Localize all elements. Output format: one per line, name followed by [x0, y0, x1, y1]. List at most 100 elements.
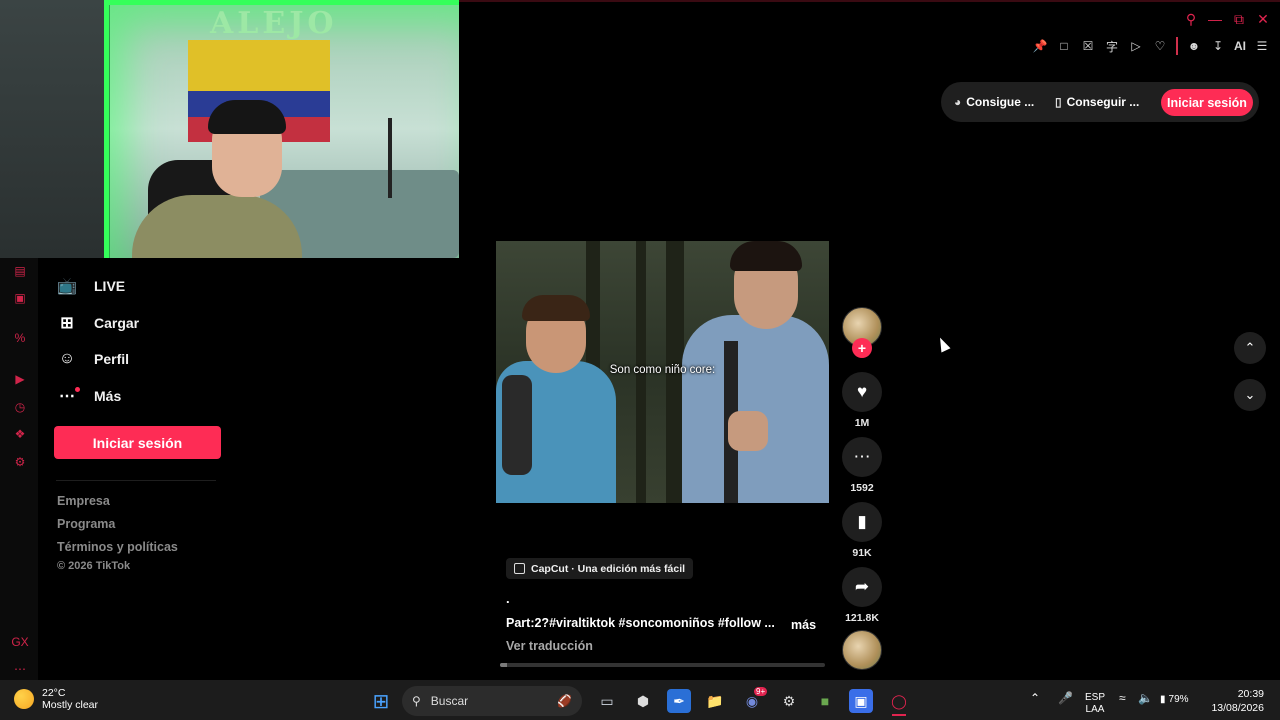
- footer-link-empresa[interactable]: Empresa: [57, 494, 110, 508]
- gx-logo-icon[interactable]: GX: [11, 634, 28, 650]
- nav-item-live[interactable]: 📺 LIVE: [56, 275, 125, 297]
- language-indicator[interactable]: ESP LAA: [1085, 692, 1105, 716]
- pin-icon[interactable]: 📌: [1032, 37, 1048, 55]
- follow-plus-icon[interactable]: +: [852, 338, 872, 358]
- next-video-button[interactable]: ⌄: [1234, 379, 1266, 411]
- minecraft-icon[interactable]: ■: [813, 689, 837, 713]
- footer-link-programa[interactable]: Programa: [57, 517, 115, 531]
- weather-widget[interactable]: 22°C Mostly clear: [14, 687, 98, 711]
- app-cube-icon[interactable]: ⬢: [631, 689, 655, 713]
- chevron-up-icon: ⌃: [1244, 340, 1256, 355]
- steam-icon[interactable]: ⚙: [777, 689, 801, 713]
- opera-gx-icon[interactable]: ◯: [887, 689, 911, 713]
- search-icon[interactable]: ⚲: [1182, 10, 1200, 28]
- lang-bottom: LAA: [1085, 704, 1105, 715]
- search-icon: ⚲: [412, 694, 421, 708]
- blue-app-icon[interactable]: ▣: [849, 689, 873, 713]
- restore-icon[interactable]: ⧉: [1230, 10, 1248, 28]
- extensions-icon[interactable]: ❖: [12, 426, 28, 442]
- video-kid-left-backpack: [502, 375, 532, 475]
- discord-badge: 9+: [754, 687, 768, 696]
- adblock-icon[interactable]: ☒: [1080, 37, 1096, 55]
- file-explorer-icon[interactable]: 📁: [703, 689, 727, 713]
- editor-app-icon[interactable]: ✒: [667, 689, 691, 713]
- previous-video-button[interactable]: ⌃: [1234, 332, 1266, 364]
- comment-button[interactable]: ⋯: [842, 437, 882, 477]
- task-view-icon[interactable]: ▭: [595, 689, 619, 713]
- nav-item-label: Cargar: [94, 315, 140, 331]
- webcam-wall-shadow: [0, 0, 108, 258]
- ai-button[interactable]: AI: [1234, 37, 1246, 55]
- translate-icon[interactable]: 字: [1104, 37, 1120, 55]
- video-description: Part:2?#viraltiktok #soncomoniños #follo…: [506, 616, 775, 630]
- capcut-anchor[interactable]: CapCut · Una edición más fácil: [506, 558, 694, 579]
- menu-icon[interactable]: ☰: [1254, 37, 1270, 55]
- capcut-label: CapCut · Una edición más fácil: [531, 562, 686, 575]
- nav-item-upload[interactable]: ⊞ Cargar: [56, 312, 139, 334]
- taskbar-search-label: Buscar: [430, 694, 469, 708]
- clock-time: 20:39: [1237, 688, 1264, 700]
- weather-temp: 22°C: [42, 687, 66, 699]
- music-avatar[interactable]: [842, 630, 882, 670]
- battery-indicator[interactable]: ▮ 79%: [1160, 694, 1189, 706]
- minimize-icon[interactable]: —: [1206, 10, 1224, 28]
- person-icon: ☺: [58, 350, 76, 367]
- tray-overflow-icon[interactable]: ⌃: [1030, 692, 1040, 704]
- sidebar-divider: [56, 480, 216, 481]
- mouse-cursor: [935, 335, 951, 353]
- video-player[interactable]: Son como niño core:: [496, 241, 829, 503]
- settings-icon[interactable]: ⚙: [12, 454, 28, 470]
- video-kid-left-hair: [522, 295, 590, 321]
- close-icon[interactable]: ✕: [1254, 10, 1272, 28]
- wifi-icon[interactable]: ≈: [1119, 692, 1126, 704]
- get-coins-link[interactable]: ◕ Consigue ...: [954, 95, 1034, 109]
- history-icon[interactable]: ◷: [12, 399, 28, 415]
- phone-icon: ▯: [1055, 95, 1062, 109]
- weather-desc: Mostly clear: [42, 699, 99, 711]
- play-icon[interactable]: ▷: [1128, 37, 1144, 55]
- search-highlight-icon: 🏈: [557, 694, 572, 708]
- clock-date: 13/08/2026: [1211, 702, 1264, 714]
- microphone-icon[interactable]: 🎤: [1058, 692, 1073, 704]
- lang-top: ESP: [1085, 692, 1106, 703]
- copyright-text: © 2026 TikTok: [57, 560, 131, 572]
- nav-item-label: Perfil: [94, 351, 130, 367]
- video-progress-bar[interactable]: [500, 663, 825, 667]
- gx-corner-icon[interactable]: ▣: [12, 290, 28, 306]
- nav-item-more[interactable]: ⋯ Más: [56, 385, 121, 407]
- discount-icon[interactable]: %: [12, 330, 28, 346]
- sidebar-more-icon[interactable]: ⋯: [12, 661, 28, 677]
- twitch-icon[interactable]: ▤: [12, 263, 28, 279]
- volume-icon[interactable]: 🔈: [1138, 692, 1153, 704]
- webcam-stand: [388, 118, 392, 198]
- account-icon[interactable]: ☻: [1186, 37, 1202, 55]
- like-button[interactable]: ♥: [842, 372, 882, 412]
- capcut-icon: [514, 563, 525, 574]
- taskbar-search[interactable]: ⚲ Buscar 🏈: [402, 686, 582, 716]
- ai-label: AI: [1234, 39, 1246, 53]
- download-icon[interactable]: ↧: [1210, 37, 1226, 55]
- video-progress-fill: [500, 663, 507, 667]
- webcam-person-hair: [208, 100, 286, 134]
- player-icon[interactable]: ▶: [12, 371, 28, 387]
- header-login-button[interactable]: Iniciar sesión: [1161, 89, 1253, 116]
- translate-link[interactable]: Ver traducción: [506, 639, 593, 653]
- browser-top-accent: [459, 0, 1280, 2]
- share-button[interactable]: ➦: [842, 567, 882, 607]
- comment-count: 1592: [850, 482, 874, 494]
- get-app-label: Conseguir ...: [1066, 95, 1140, 109]
- taskbar-clock[interactable]: 20:39 13/08/2026: [1211, 687, 1264, 715]
- toolbar-separator: [1176, 37, 1178, 55]
- nav-item-profile[interactable]: ☺ Perfil: [56, 348, 129, 370]
- footer-link-terminos[interactable]: Términos y políticas: [57, 540, 178, 554]
- start-icon[interactable]: ⊞: [369, 689, 393, 713]
- heart-icon[interactable]: ♡: [1152, 37, 1168, 55]
- sidebar-login-button[interactable]: Iniciar sesión: [54, 426, 221, 459]
- snapshot-icon[interactable]: □: [1056, 37, 1072, 55]
- battery-icon: ▮: [1160, 694, 1166, 705]
- get-coins-label: Consigue ...: [966, 95, 1035, 109]
- save-button[interactable]: ▮: [842, 502, 882, 542]
- get-app-link[interactable]: ▯ Conseguir ...: [1055, 95, 1139, 109]
- more-button[interactable]: más: [791, 618, 816, 632]
- live-tv-icon: 📺: [57, 278, 77, 295]
